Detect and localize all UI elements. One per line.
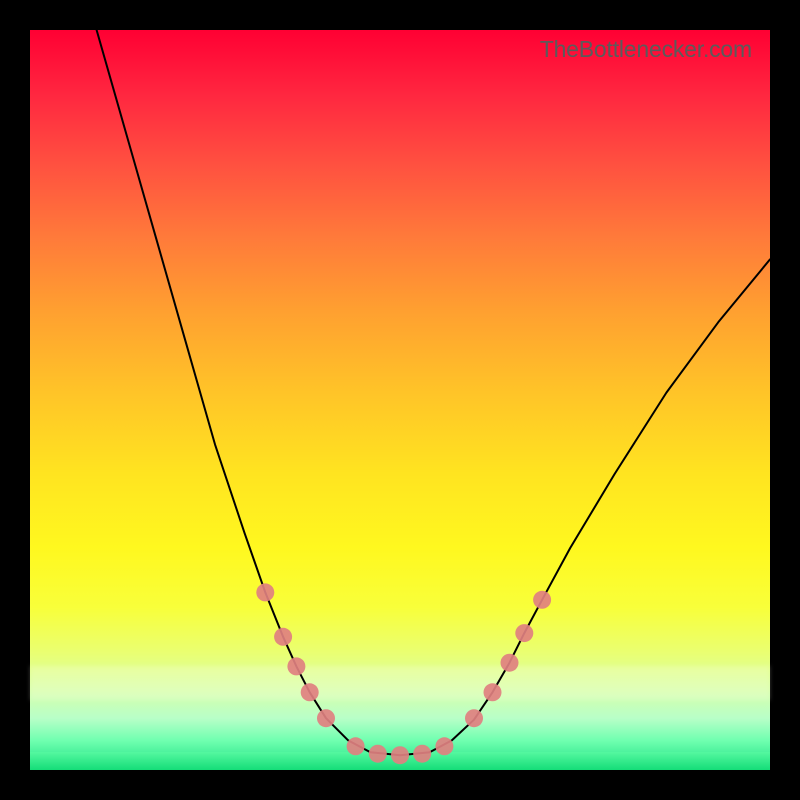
curve-marker (274, 628, 292, 646)
bottleneck-curve (97, 30, 770, 755)
curve-marker (317, 709, 335, 727)
curve-marker (287, 657, 305, 675)
curve-marker (391, 746, 409, 764)
curve-marker (465, 709, 483, 727)
curve-marker (301, 683, 319, 701)
curve-marker (347, 737, 365, 755)
curve-marker (501, 654, 519, 672)
curve-marker (256, 583, 274, 601)
curve-marker (484, 683, 502, 701)
plot-area: TheBottlenecker.com (30, 30, 770, 770)
chart-frame: TheBottlenecker.com (0, 0, 800, 800)
curve-marker (413, 745, 431, 763)
curve-marker (369, 745, 387, 763)
curve-svg (30, 30, 770, 770)
curve-marker (435, 737, 453, 755)
curve-marker (515, 624, 533, 642)
marker-group (256, 583, 551, 764)
curve-marker (533, 591, 551, 609)
